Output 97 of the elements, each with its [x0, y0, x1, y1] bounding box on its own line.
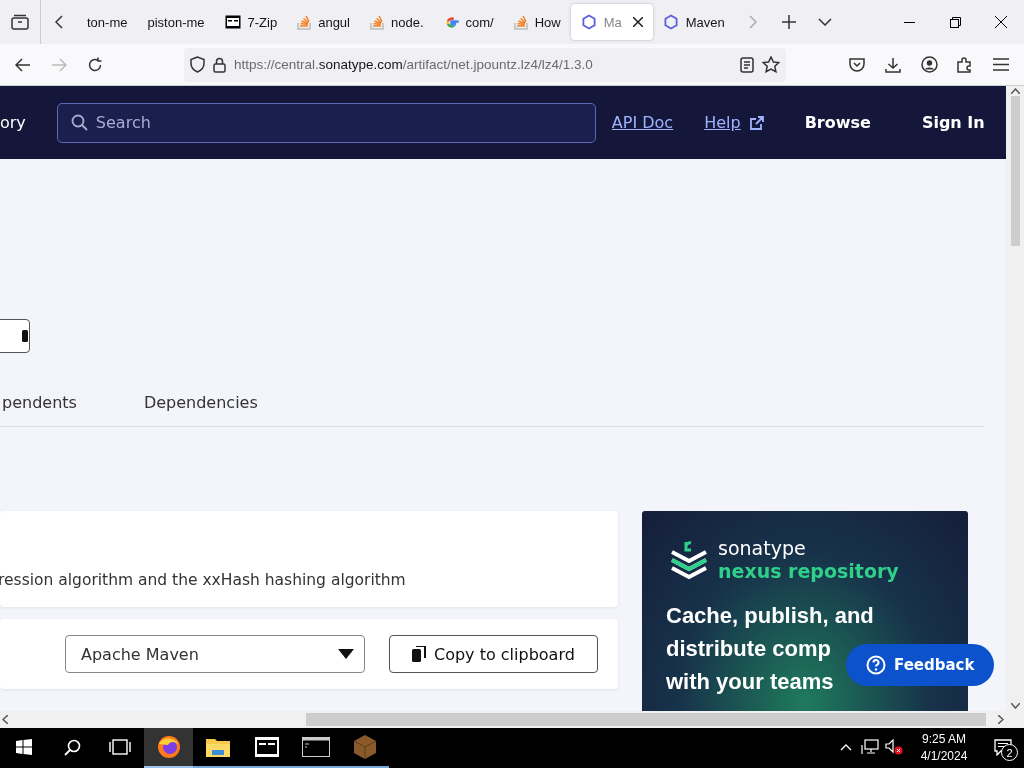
account-icon: [920, 56, 938, 73]
nexus-logo-icon: [670, 539, 708, 580]
chevron-down-icon: [817, 18, 832, 26]
ad-headline: with your teams: [666, 667, 834, 696]
terminal-icon: [301, 737, 330, 757]
download-icon: [885, 56, 901, 73]
crate-icon: [353, 735, 376, 759]
notification-icon: [994, 738, 1012, 756]
browser-tab[interactable]: Maven: [652, 4, 735, 40]
ad-headline: Cache, publish, and: [666, 601, 874, 630]
star-icon[interactable]: [762, 56, 780, 73]
menu-icon: [993, 58, 1009, 71]
close-icon: [995, 16, 1007, 28]
scroll-right-icon[interactable]: [998, 715, 1004, 724]
stack-icon: [513, 14, 528, 30]
shield-icon[interactable]: [190, 56, 205, 73]
clock-time: 9:25 AM: [922, 731, 966, 748]
address-bar[interactable]: https://central.sonatype.com/artifact/net.jpountz.lz4/lz4/1.3.0: [184, 47, 786, 82]
tab-list-icon[interactable]: [11, 14, 29, 30]
browser-tab[interactable]: How: [503, 4, 571, 40]
browser-tab[interactable]: node.: [360, 4, 434, 40]
browser-tab[interactable]: Ma: [570, 4, 653, 40]
stack-icon: [370, 14, 384, 30]
nav-link[interactable]: Browse: [804, 113, 871, 132]
hexagon-icon: [580, 14, 597, 30]
tab-title: Ma: [603, 14, 622, 30]
plus-icon: [781, 15, 796, 29]
copy-button[interactable]: Copy to clipboard: [389, 635, 598, 673]
browser-tab[interactable]: angul: [287, 4, 360, 40]
api-doc-link[interactable]: API Doc: [611, 113, 674, 132]
clock[interactable]: 9:25 AM 4/1/2024: [906, 731, 982, 765]
clock-date: 4/1/2024: [920, 748, 968, 765]
clipboard-icon: [22, 328, 29, 345]
search-icon: [63, 738, 81, 756]
browser-tab[interactable]: 7-Zip: [214, 4, 288, 40]
restore-icon: [949, 16, 961, 28]
scroll-up-icon[interactable]: [1010, 88, 1020, 94]
tab-title: com/: [465, 14, 494, 30]
partial-button[interactable]: [0, 319, 30, 354]
minimize-icon: [903, 21, 915, 23]
lock-icon[interactable]: [213, 56, 226, 73]
chevron-left-icon: [55, 15, 63, 29]
hexagon-icon: [662, 14, 679, 30]
url-text: https://central.sonatype.com/artifact/net.jpountz.lz4/lz4/1.3.0: [234, 57, 593, 72]
browser-tab[interactable]: piston-me: [137, 4, 215, 40]
description-text: ression algorithm and the xxHash hashing algorithm: [0, 571, 406, 589]
tab-title: piston-me: [147, 14, 205, 30]
forward-arrow-icon: [51, 57, 67, 72]
notifications-button[interactable]: 2: [982, 728, 1024, 768]
taskbar-app[interactable]: [144, 728, 193, 768]
search-icon: [70, 113, 88, 131]
close-tab-button[interactable]: [632, 17, 643, 27]
tab-title: node.: [391, 14, 424, 30]
browser-tab[interactable]: ton-me: [77, 4, 138, 40]
tab-title: angul: [318, 14, 350, 30]
copy-icon: [412, 646, 426, 662]
close-icon: [632, 17, 643, 27]
chevron-right-icon: [748, 15, 757, 29]
muted-speaker-icon: [885, 739, 903, 755]
site-title[interactable]: ory: [0, 113, 26, 132]
page-tab[interactable]: Dependencies: [143, 393, 258, 426]
search-field[interactable]: Search: [56, 102, 596, 143]
help-link[interactable]: Help: [704, 113, 764, 132]
tab-title: 7-Zip: [247, 14, 278, 30]
back-arrow-icon: [15, 57, 31, 72]
scroll-down-icon[interactable]: [1010, 703, 1020, 709]
archive-icon: [224, 15, 241, 29]
archive-icon: [254, 737, 279, 757]
tab-title: ton-me: [87, 14, 128, 30]
browser-tab[interactable]: com/: [433, 4, 504, 40]
vertical-scrollbar-thumb[interactable]: [1010, 96, 1020, 246]
folder-icon: [205, 737, 230, 757]
help-icon: [866, 655, 886, 675]
scroll-left-icon[interactable]: [2, 715, 8, 724]
network-icon: [861, 739, 879, 755]
ad-brand: sonatype: [718, 537, 807, 560]
caret-icon: [338, 649, 354, 659]
reader-view-icon[interactable]: [740, 56, 754, 73]
windows-icon: [16, 739, 32, 755]
nav-link[interactable]: Sign In: [921, 113, 985, 132]
tab-title: How: [534, 14, 561, 30]
tab-title: Maven: [685, 14, 725, 30]
pocket-icon: [849, 57, 865, 72]
reload-icon: [87, 56, 103, 73]
build-tool-select[interactable]: Apache Maven: [65, 635, 365, 673]
puzzle-icon: [957, 56, 973, 73]
notification-count: 2: [1001, 744, 1018, 761]
ad-product: nexus repository: [718, 559, 899, 583]
horizontal-scrollbar-thumb[interactable]: [306, 713, 986, 726]
feedback-button[interactable]: Feedback: [846, 644, 995, 686]
external-link-icon: [749, 115, 764, 130]
stack-icon: [297, 14, 312, 30]
chevron-up-icon: [840, 743, 852, 751]
page-tab[interactable]: pendents: [2, 393, 77, 426]
task-view-icon: [109, 739, 131, 755]
browser-icon: [156, 735, 181, 759]
ad-headline: distribute comp: [666, 634, 831, 663]
